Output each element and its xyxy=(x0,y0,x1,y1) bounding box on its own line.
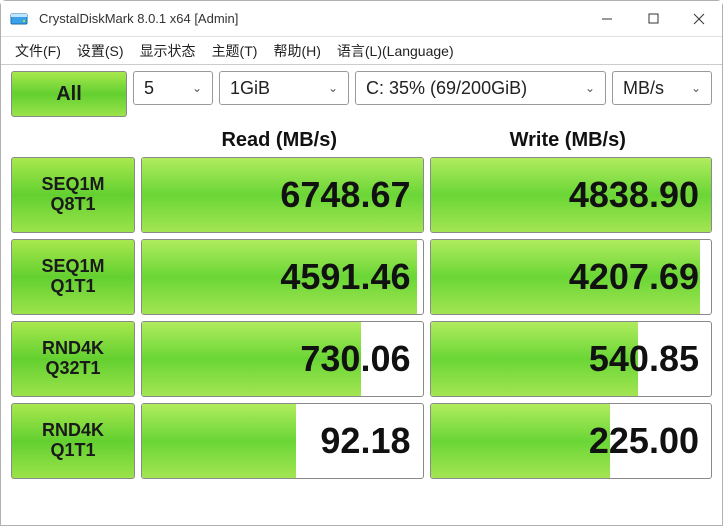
read-header: Read (MB/s) xyxy=(135,129,424,152)
write-value: 4207.69 xyxy=(569,256,699,298)
minimize-button[interactable] xyxy=(584,1,630,36)
write-value: 4838.90 xyxy=(569,174,699,216)
read-value: 730.06 xyxy=(300,338,410,380)
write-value: 540.85 xyxy=(589,338,699,380)
write-header: Write (MB/s) xyxy=(424,129,713,152)
chevron-down-icon: ⌄ xyxy=(192,81,202,95)
menu-display-status[interactable]: 显示状态 xyxy=(132,38,204,64)
result-row: RND4K Q1T1 92.18 225.00 xyxy=(11,403,712,479)
all-button[interactable]: All xyxy=(11,71,127,117)
write-value-cell: 540.85 xyxy=(430,321,713,397)
menu-settings[interactable]: 设置(S) xyxy=(69,38,132,64)
write-value-cell: 4207.69 xyxy=(430,239,713,315)
result-row: SEQ1M Q8T1 6748.67 4838.90 xyxy=(11,157,712,233)
read-value-cell: 730.06 xyxy=(141,321,424,397)
chevron-down-icon: ⌄ xyxy=(585,81,595,95)
close-button[interactable] xyxy=(676,1,722,36)
test-label-line2: Q1T1 xyxy=(50,441,95,461)
test-button-seq1m-q8t1[interactable]: SEQ1M Q8T1 xyxy=(11,157,135,233)
read-value: 6748.67 xyxy=(280,174,410,216)
dropdowns: 5 ⌄ 1GiB ⌄ C: 35% (69/200GiB) ⌄ MB/s ⌄ xyxy=(133,71,712,117)
results-grid: SEQ1M Q8T1 6748.67 4838.90 SEQ1M Q1T1 45… xyxy=(1,157,722,479)
test-label-line2: Q32T1 xyxy=(45,359,100,379)
menu-theme[interactable]: 主题(T) xyxy=(204,38,266,64)
test-label-line1: SEQ1M xyxy=(41,257,104,277)
footer-blank xyxy=(11,485,712,525)
read-value-cell: 6748.67 xyxy=(141,157,424,233)
app-icon xyxy=(9,9,29,29)
window-controls xyxy=(584,1,722,36)
write-bar xyxy=(431,404,611,478)
size-dropdown[interactable]: 1GiB ⌄ xyxy=(219,71,349,105)
test-label-line1: RND4K xyxy=(42,339,104,359)
result-row: SEQ1M Q1T1 4591.46 4207.69 xyxy=(11,239,712,315)
read-value-cell: 4591.46 xyxy=(141,239,424,315)
read-value: 92.18 xyxy=(320,420,410,462)
read-value-cell: 92.18 xyxy=(141,403,424,479)
window-title: CrystalDiskMark 8.0.1 x64 [Admin] xyxy=(37,11,584,26)
toolbar: All 5 ⌄ 1GiB ⌄ C: 35% (69/200GiB) ⌄ MB/s… xyxy=(1,65,722,123)
write-value: 225.00 xyxy=(589,420,699,462)
write-value-cell: 225.00 xyxy=(430,403,713,479)
test-label-line2: Q8T1 xyxy=(50,195,95,215)
drive-value: C: 35% (69/200GiB) xyxy=(366,78,527,99)
size-value: 1GiB xyxy=(230,78,270,99)
chevron-down-icon: ⌄ xyxy=(328,81,338,95)
read-bar xyxy=(142,404,296,478)
all-button-label: All xyxy=(56,83,82,106)
runs-value: 5 xyxy=(144,78,154,99)
test-button-rnd4k-q32t1[interactable]: RND4K Q32T1 xyxy=(11,321,135,397)
unit-value: MB/s xyxy=(623,78,664,99)
test-label-line1: SEQ1M xyxy=(41,175,104,195)
menubar: 文件(F) 设置(S) 显示状态 主题(T) 帮助(H) 语言(L)(Langu… xyxy=(1,37,722,65)
drive-dropdown[interactable]: C: 35% (69/200GiB) ⌄ xyxy=(355,71,606,105)
write-value-cell: 4838.90 xyxy=(430,157,713,233)
read-value: 4591.46 xyxy=(280,256,410,298)
runs-dropdown[interactable]: 5 ⌄ xyxy=(133,71,213,105)
menu-file[interactable]: 文件(F) xyxy=(7,38,69,64)
result-row: RND4K Q32T1 730.06 540.85 xyxy=(11,321,712,397)
column-headers: Read (MB/s) Write (MB/s) xyxy=(1,123,722,157)
test-label-line1: RND4K xyxy=(42,421,104,441)
titlebar: CrystalDiskMark 8.0.1 x64 [Admin] xyxy=(1,1,722,37)
maximize-button[interactable] xyxy=(630,1,676,36)
unit-dropdown[interactable]: MB/s ⌄ xyxy=(612,71,712,105)
test-button-seq1m-q1t1[interactable]: SEQ1M Q1T1 xyxy=(11,239,135,315)
menu-help[interactable]: 帮助(H) xyxy=(265,38,328,64)
menu-language[interactable]: 语言(L)(Language) xyxy=(329,38,462,64)
test-label-line2: Q1T1 xyxy=(50,277,95,297)
test-button-rnd4k-q1t1[interactable]: RND4K Q1T1 xyxy=(11,403,135,479)
chevron-down-icon: ⌄ xyxy=(691,81,701,95)
